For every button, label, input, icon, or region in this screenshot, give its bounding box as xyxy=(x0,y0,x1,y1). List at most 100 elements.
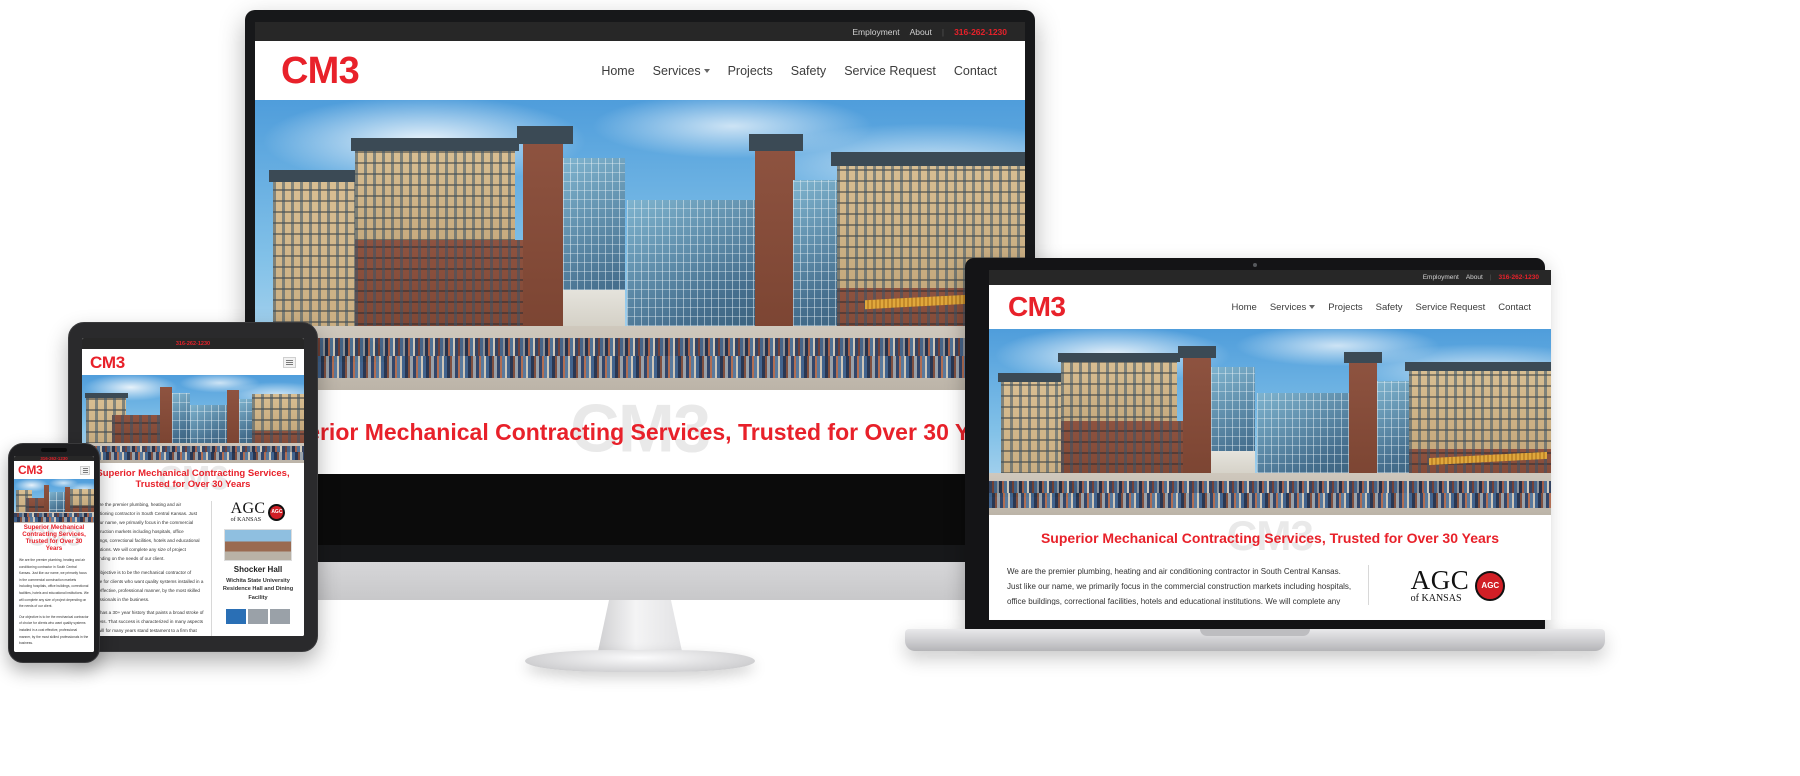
responsive-device-mockup: Employment About | 316-262-1230 CM3 Home… xyxy=(0,0,1800,776)
crowd-of-people-row2 xyxy=(989,493,1551,508)
hamburger-menu-icon[interactable] xyxy=(283,356,296,368)
laptop-bezel: Employment About | 316-262-1230 CM3 Home… xyxy=(965,258,1551,630)
agc-wordmark: AGC xyxy=(230,500,266,517)
nav-item-safety[interactable]: Safety xyxy=(1376,302,1403,313)
roof-tan-upper xyxy=(1058,353,1180,362)
agc-wordmark: AGC xyxy=(1410,565,1470,595)
hero-tagline-band-laptop: CM3 Superior Mechanical Contracting Serv… xyxy=(989,515,1551,561)
sidebar-column: AGC of KANSAS AGC Shocker Hall Wichita S… xyxy=(219,501,297,636)
topbar-link-about[interactable]: About xyxy=(910,27,932,37)
hero-tagline-band: CM3 Superior Mechanical Contracting Serv… xyxy=(255,390,1025,474)
nav-item-services[interactable]: Services xyxy=(1270,302,1316,313)
nav-item-safety[interactable]: Safety xyxy=(791,64,826,78)
monitor-chin xyxy=(245,562,1035,600)
nav-item-home[interactable]: Home xyxy=(1232,302,1257,313)
monitor-bezel: Employment About | 316-262-1230 CM3 Home… xyxy=(245,10,1035,562)
building-tan-upper xyxy=(1061,359,1177,429)
intro-paragraph-1: We are the premier plumbing, heating and… xyxy=(19,558,89,609)
hero-image-shocker-hall-laptop xyxy=(989,329,1551,515)
roof-right-tan xyxy=(1405,362,1551,371)
website-laptop: Employment About | 316-262-1230 CM3 Home… xyxy=(989,270,1551,620)
intro-paragraph-1: We are the premier plumbing, heating and… xyxy=(89,502,200,561)
crowd-of-people-row2 xyxy=(14,517,94,522)
thumbnail-item[interactable] xyxy=(248,609,268,625)
nav-item-contact[interactable]: Contact xyxy=(1498,302,1531,313)
project-title: Shocker Hall xyxy=(233,565,283,574)
monitor-stand-neck xyxy=(597,600,683,656)
laptop-device: Employment About | 316-262-1230 CM3 Home… xyxy=(905,258,1605,658)
intro-paragraph: We are the premier plumbing, heating and… xyxy=(1007,567,1352,605)
hero-image-shocker-hall-tablet xyxy=(82,375,304,463)
chevron-down-icon xyxy=(703,69,710,74)
hero-tagline: Superior Mechanical Contracting Services… xyxy=(263,418,1017,445)
cm3-logo[interactable]: CM3 xyxy=(1008,293,1066,321)
nav-item-projects[interactable]: Projects xyxy=(728,64,773,78)
intro-paragraph-2: Our objective is to be the mechanical co… xyxy=(89,569,204,602)
intro-content-phone: We are the premier plumbing, heating and… xyxy=(14,553,94,652)
content-divider xyxy=(1368,565,1369,605)
building-right-tan xyxy=(1409,369,1551,453)
site-header-phone: CM3 xyxy=(14,461,94,479)
cm3-logo[interactable]: CM3 xyxy=(281,52,360,90)
roof-right-tower xyxy=(749,134,803,151)
tablet-screen: 316-262-1230 CM3 CM3 Superior Mechanical… xyxy=(82,338,304,636)
thumbnail-item[interactable] xyxy=(226,609,246,625)
hero-tagline: Superior Mechanical Contracting Services… xyxy=(1040,529,1500,546)
hero-image-shocker-hall-phone xyxy=(14,479,94,523)
page-fold-dark xyxy=(255,474,1025,545)
nav-item-service-request[interactable]: Service Request xyxy=(1416,302,1486,313)
nav-item-projects[interactable]: Projects xyxy=(1328,302,1362,313)
website-phone: 316-262-1230 CM3 CM3 Superior Mechanical… xyxy=(14,456,94,652)
hero-tagline: Superior Mechanical Contracting Services… xyxy=(96,468,290,490)
topbar-phone-number[interactable]: 316-262-1230 xyxy=(176,341,210,347)
hamburger-menu-icon[interactable] xyxy=(80,465,90,475)
monitor-screen: Employment About | 316-262-1230 CM3 Home… xyxy=(255,22,1025,545)
nav-item-services[interactable]: Services xyxy=(653,64,710,78)
phone-screen: 316-262-1230 CM3 CM3 Superior Mechanical… xyxy=(14,456,94,652)
website-tablet: 316-262-1230 CM3 CM3 Superior Mechanical… xyxy=(82,338,304,636)
crowd-of-people-row2 xyxy=(255,356,1025,378)
building-right-tan xyxy=(252,394,304,432)
desktop-monitor: Employment About | 316-262-1230 CM3 Home… xyxy=(245,10,1035,672)
main-navigation-laptop: Home Services Projects Safety Service Re… xyxy=(1232,302,1532,313)
crowd-of-people-row1 xyxy=(255,338,1025,356)
topbar-phone-number[interactable]: 316-262-1230 xyxy=(954,27,1007,37)
project-caption: Wichita State University Residence Hall … xyxy=(222,578,294,601)
roof-right-tan xyxy=(831,152,1025,166)
intro-content-row-tablet: We are the premier plumbing, heating and… xyxy=(82,497,304,636)
cm3-logo[interactable]: CM3 xyxy=(90,354,125,371)
main-navigation: Home Services Projects Safety Service Re… xyxy=(601,64,997,78)
hero-tagline-band-phone: CM3 Superior Mechanical Contracting Serv… xyxy=(14,523,94,553)
phone-speaker-notch xyxy=(41,448,67,452)
topbar-link-employment[interactable]: Employment xyxy=(852,27,899,37)
hero-tagline-band-tablet: CM3 Superior Mechanical Contracting Serv… xyxy=(82,463,304,497)
agc-subtitle: of KANSAS xyxy=(230,517,262,523)
website-desktop: Employment About | 316-262-1230 CM3 Home… xyxy=(255,22,1025,545)
building-tan-upper xyxy=(355,146,515,252)
topbar-link-employment[interactable]: Employment xyxy=(1423,274,1459,281)
building-right-tan xyxy=(70,489,94,507)
thumbnail-item[interactable] xyxy=(270,609,290,625)
crowd-of-people-row1 xyxy=(989,481,1551,493)
project-thumbnail-shocker-hall[interactable] xyxy=(224,529,292,561)
roof-left xyxy=(85,393,128,398)
nav-item-home[interactable]: Home xyxy=(601,64,634,78)
content-divider xyxy=(211,501,212,636)
project-thumbnail-strip xyxy=(226,609,290,625)
laptop-camera-icon xyxy=(1253,263,1257,267)
topbar-phone-number[interactable]: 316-262-1230 xyxy=(1499,274,1539,281)
smartphone-device: 316-262-1230 CM3 CM3 Superior Mechanical… xyxy=(8,443,100,663)
utility-topbar-laptop: Employment About | 316-262-1230 xyxy=(989,270,1551,285)
site-header-tablet: CM3 xyxy=(82,349,304,375)
agc-seal-icon: AGC xyxy=(1475,570,1506,601)
nav-item-contact[interactable]: Contact xyxy=(954,64,997,78)
roof-right-tower xyxy=(1344,352,1382,363)
topbar-separator: | xyxy=(941,26,945,37)
nav-item-service-request[interactable]: Service Request xyxy=(844,64,936,78)
intro-paragraph-2: Our objective is to be the mechanical co… xyxy=(19,614,89,646)
topbar-link-about[interactable]: About xyxy=(1466,274,1483,281)
laptop-screen: Employment About | 316-262-1230 CM3 Home… xyxy=(989,270,1551,620)
laptop-trackpad-notch xyxy=(1200,629,1310,636)
cm3-logo[interactable]: CM3 xyxy=(18,464,43,476)
roof-tan-upper xyxy=(351,138,519,151)
